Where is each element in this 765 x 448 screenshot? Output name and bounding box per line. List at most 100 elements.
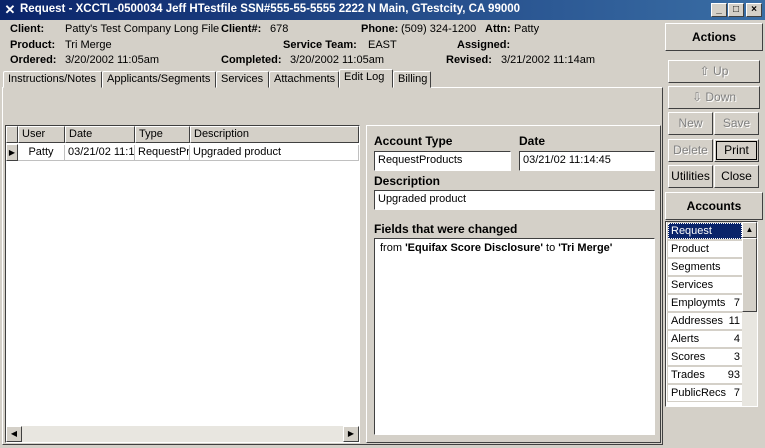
fields-changed-label: Fields that were changed	[374, 222, 518, 236]
scroll-up-icon[interactable]: ▲	[742, 222, 757, 238]
item-count: 4	[733, 333, 740, 345]
request-info: Client: Patty's Test Company Long File C…	[0, 20, 663, 70]
list-item[interactable]: Alerts 4	[667, 330, 743, 348]
phone-label: Phone:	[361, 23, 399, 35]
cell-description[interactable]: Upgraded product	[190, 145, 359, 161]
ordered-value: 3/20/2002 11:05am	[65, 54, 159, 66]
column-header-user[interactable]: User	[18, 126, 65, 143]
changed-to-value: 'Tri Merge'	[558, 242, 613, 254]
product-value: Tri Merge	[65, 39, 112, 51]
column-header-description[interactable]: Description	[190, 126, 359, 143]
up-label: Up	[713, 64, 729, 78]
description-label: Description	[374, 174, 441, 188]
assigned-label: Assigned:	[457, 39, 511, 51]
down-button[interactable]: ⇩ Down	[668, 86, 760, 109]
item-label: Segments	[671, 261, 721, 273]
grid-corner	[6, 126, 18, 143]
tab-billing[interactable]: Billing	[393, 71, 431, 88]
print-button[interactable]: Print	[714, 139, 759, 162]
item-count: 7	[733, 297, 740, 309]
maximize-button[interactable]: □	[728, 3, 744, 17]
date-label: Date	[519, 134, 546, 148]
list-item[interactable]: Employmts 7	[667, 294, 743, 312]
phone-value: (509) 324-1200	[401, 23, 477, 35]
tab-attachments[interactable]: Attachments	[269, 71, 339, 88]
attn-label: Attn:	[485, 23, 511, 35]
cell-user[interactable]: Patty	[18, 145, 65, 161]
product-label: Product:	[10, 39, 56, 51]
account-type-field[interactable]: RequestProducts	[374, 151, 511, 171]
horizontal-scrollbar[interactable]: ◀ ▶	[6, 426, 359, 442]
list-item[interactable]: PublicRecs 7	[667, 384, 743, 402]
revised-value: 3/21/2002 11:14am	[501, 54, 595, 66]
delete-button[interactable]: Delete	[668, 139, 713, 162]
actions-header: Actions	[665, 23, 763, 51]
item-label: Services	[671, 279, 714, 291]
changed-from-prefix: from	[380, 242, 402, 254]
current-row-indicator-icon: ▶	[6, 144, 18, 161]
utilities-button[interactable]: Utilities	[668, 165, 713, 188]
tab-applicants-segments[interactable]: Applicants/Segments	[102, 71, 216, 88]
scroll-left-icon[interactable]: ◀	[6, 426, 22, 442]
window-title: Request - XCCTL-0500034 Jeff HTestfile S…	[20, 3, 521, 15]
column-header-date[interactable]: Date	[65, 126, 135, 143]
title-bar: ✕ Request - XCCTL-0500034 Jeff HTestfile…	[0, 0, 765, 20]
arrow-down-icon: ⇩	[691, 90, 703, 104]
completed-label: Completed:	[221, 54, 282, 66]
list-item[interactable]: Request	[667, 222, 743, 240]
list-item[interactable]: Scores 3	[667, 348, 743, 366]
list-item[interactable]: Product	[667, 240, 743, 258]
item-label: PublicRecs	[671, 387, 727, 399]
client-number-label: Client#:	[221, 23, 262, 35]
tab-instructions-notes[interactable]: Instructions/Notes	[3, 71, 102, 88]
completed-value: 3/20/2002 11:05am	[290, 54, 384, 66]
list-item[interactable]: Segments	[667, 258, 743, 276]
actions-panel: Actions ⇧ Up ⇩ Down New Save Delete Prin…	[665, 23, 763, 445]
item-count: 93	[727, 369, 740, 381]
up-button[interactable]: ⇧ Up	[668, 60, 760, 83]
item-label: Scores	[671, 351, 706, 363]
account-type-label: Account Type	[374, 134, 453, 148]
description-field[interactable]: Upgraded product	[374, 190, 655, 210]
down-label: Down	[705, 90, 737, 104]
new-button[interactable]: New	[668, 112, 713, 135]
client-label: Client:	[10, 23, 45, 35]
ordered-label: Ordered:	[10, 54, 57, 66]
cell-type[interactable]: RequestPro	[135, 145, 190, 161]
item-count: 7	[733, 387, 740, 399]
arrow-up-icon: ⇧	[699, 64, 710, 78]
close-button[interactable]: Close	[714, 165, 759, 188]
date-field[interactable]: 03/21/02 11:14:45	[519, 151, 655, 171]
item-label: Request	[671, 225, 712, 237]
client-number-value: 678	[270, 23, 289, 35]
service-team-value: EAST	[368, 39, 397, 51]
app-icon: ✕	[4, 2, 16, 17]
item-label: Product	[671, 243, 709, 255]
item-label: Alerts	[671, 333, 700, 345]
attn-value: Patty	[514, 23, 540, 35]
list-item[interactable]: Services	[667, 276, 743, 294]
save-button[interactable]: Save	[714, 112, 759, 135]
client-value: Patty's Test Company Long File	[65, 23, 220, 35]
tab-services[interactable]: Services	[216, 71, 269, 88]
minimize-button[interactable]: _	[711, 3, 727, 17]
item-count: 11	[728, 315, 740, 327]
column-header-type[interactable]: Type	[135, 126, 190, 143]
accounts-list[interactable]: Request Product Segments Services Employ…	[665, 221, 758, 407]
item-count: 3	[733, 351, 740, 363]
list-item[interactable]: Addresses 11	[667, 312, 743, 330]
close-window-button[interactable]: ×	[746, 3, 762, 17]
accounts-scrollbar[interactable]: ▲	[742, 222, 757, 406]
changed-from-value: 'Equifax Score Disclosure'	[405, 242, 543, 254]
scroll-right-icon[interactable]: ▶	[343, 426, 359, 442]
fields-changed-memo[interactable]: from 'Equifax Score Disclosure' to 'Tri …	[374, 238, 655, 435]
changed-to-word: to	[546, 242, 556, 254]
cell-date[interactable]: 03/21/02 11:1	[65, 145, 135, 161]
list-item[interactable]: Trades 93	[667, 366, 743, 384]
detail-panel: Account Type RequestProducts Date 03/21/…	[366, 125, 661, 443]
tab-edit-log[interactable]: Edit Log	[339, 69, 393, 88]
edit-log-grid[interactable]: User Date Type Description ▶ Patty 03/21…	[5, 125, 360, 443]
revised-label: Revised:	[446, 54, 492, 66]
scroll-thumb[interactable]	[742, 238, 757, 312]
item-label: Trades	[671, 369, 705, 381]
